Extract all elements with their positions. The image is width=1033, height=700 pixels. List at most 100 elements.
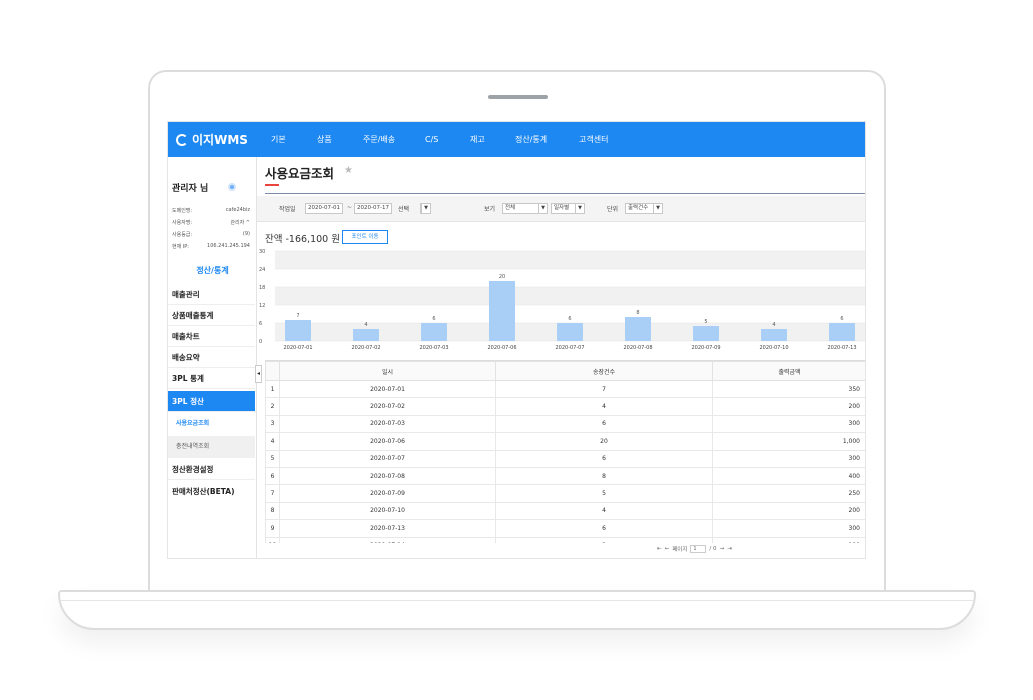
- logo-text: 이지WMS: [192, 133, 248, 147]
- date-preset-select[interactable]: ▼: [420, 203, 431, 214]
- period-select[interactable]: 일자별 ▼: [551, 203, 585, 214]
- info-value[interactable]: 관리자 ^: [230, 219, 250, 226]
- last-page-icon[interactable]: ⇥: [727, 546, 732, 552]
- table-row[interactable]: 4 2020-07-06 20 1,000: [265, 432, 865, 451]
- sidebar-item-product-sales-stats[interactable]: 상품매출통계: [168, 305, 255, 326]
- sidebar: 관리자 님 도메인명: cafe24biz 사용자명: 관리자 ^ 사용등급: …: [168, 157, 257, 558]
- info-ip: 현재 IP: 106.241.245.194: [172, 243, 250, 250]
- title-divider: [265, 193, 865, 194]
- header-print-amount[interactable]: 출력금액: [712, 361, 865, 381]
- row-date: 2020-07-03: [279, 414, 496, 434]
- row-index: 7: [265, 484, 280, 503]
- favorite-star-icon[interactable]: ★: [344, 165, 353, 176]
- x-tick-label: 2020-07-02: [351, 345, 380, 351]
- info-label: 도메인명:: [172, 208, 193, 214]
- table-row[interactable]: 3 2020-07-03 6 300: [265, 414, 865, 434]
- sidebar-section-title: 정산/통계: [196, 266, 229, 275]
- laptop-base: [58, 590, 976, 630]
- info-label: 사용자명:: [172, 220, 193, 226]
- chart-bar: [557, 323, 583, 341]
- table-row[interactable]: 2 2020-07-02 4 200: [265, 397, 865, 416]
- date-label: 작업일: [279, 206, 296, 213]
- row-date: 2020-07-09: [279, 484, 496, 503]
- nav-item-customer-center[interactable]: 고객센터: [579, 122, 639, 157]
- app-logo[interactable]: 이지WMS: [176, 131, 248, 148]
- info-label: 사용등급:: [172, 232, 193, 238]
- table-row[interactable]: 1 2020-07-01 7 350: [265, 379, 865, 399]
- date-from-input[interactable]: 2020-07-01: [305, 203, 343, 214]
- chart-bar: [489, 281, 515, 341]
- y-tick-label: 30: [259, 249, 265, 255]
- next-page-icon[interactable]: →: [720, 546, 725, 552]
- view-label: 보기: [484, 206, 496, 213]
- pagination: ⇤ ← 페이지 1 / 0 → ⇥: [657, 545, 732, 553]
- info-value: cafe24biz: [225, 207, 250, 213]
- table-row[interactable]: 102020-07-142100: [265, 536, 865, 543]
- page-number-input[interactable]: 1: [690, 545, 707, 553]
- row-print-amount: 400: [712, 466, 865, 486]
- nav-item-product[interactable]: 상품: [317, 122, 363, 157]
- chart-bar: [285, 320, 311, 341]
- row-print-amount: 100: [712, 536, 865, 543]
- period-select-value: 일자별: [554, 205, 570, 211]
- header-date[interactable]: 일시: [279, 361, 496, 381]
- nav-item-order-shipping[interactable]: 주문/배송: [363, 122, 425, 157]
- top-navigation-bar: 이지WMS 기본 상품 주문/배송 C/S 재고 정산/통계 고객센터: [168, 122, 865, 157]
- row-invoice-count: 4: [495, 397, 713, 416]
- usage-table-wrapper: 일시 송장건수 출력금액 1 2020-07-01 7 350 2 2020-07-02 4…: [265, 360, 865, 543]
- x-tick-label: 2020-07-09: [691, 345, 720, 351]
- x-tick-label: 2020-07-08: [623, 345, 652, 351]
- row-date: 2020-07-14: [279, 536, 496, 543]
- header-invoice-count[interactable]: 송장건수: [495, 361, 713, 381]
- unit-label: 단위: [607, 206, 619, 213]
- x-tick-label: 2020-07-10: [759, 345, 788, 351]
- sidebar-item-settlement-config[interactable]: 정산환경설정: [168, 459, 255, 480]
- x-tick-label: 2020-07-13: [827, 345, 856, 351]
- sidebar-item-sales-chart[interactable]: 매출차트: [168, 326, 255, 347]
- nav-item-settlement-stats[interactable]: 정산/통계: [515, 122, 579, 157]
- nav-item-basic[interactable]: 기본: [271, 122, 317, 157]
- sidebar-item-3pl-settlement[interactable]: 3PL 정산: [168, 391, 255, 412]
- row-invoice-count: 6: [495, 519, 713, 538]
- nav-item-stock[interactable]: 재고: [470, 122, 515, 157]
- sidebar-item-sales-management[interactable]: 매출관리: [168, 284, 255, 305]
- row-invoice-count: 6: [495, 414, 713, 434]
- chart-bar: [353, 329, 379, 341]
- date-to-input[interactable]: 2020-07-17: [354, 203, 392, 214]
- prev-page-icon[interactable]: ←: [665, 546, 670, 552]
- row-invoice-count: 4: [495, 501, 713, 521]
- row-invoice-count: 5: [495, 484, 713, 503]
- row-print-amount: 300: [712, 414, 865, 434]
- row-date: 2020-07-10: [279, 501, 496, 521]
- table-row[interactable]: 8 2020-07-10 4 200: [265, 501, 865, 521]
- first-page-icon[interactable]: ⇤: [657, 546, 662, 552]
- table-row[interactable]: 9 2020-07-13 6 300: [265, 519, 865, 538]
- sidebar-item-shipping-summary[interactable]: 배송요약: [168, 347, 255, 368]
- usage-bar-chart: 0 6 12 18 24 30 7 2020-07-01 4 2020-07-02 6 2020-07…: [257, 245, 865, 355]
- row-index: 9: [265, 519, 280, 538]
- chevron-down-icon: ▼: [538, 204, 547, 213]
- admin-status-icon[interactable]: [228, 183, 236, 191]
- point-transfer-button[interactable]: 포인트 이동: [342, 230, 388, 244]
- x-tick-label: 2020-07-01: [283, 345, 312, 351]
- nav-item-cs[interactable]: C/S: [425, 122, 470, 157]
- info-grade: 사용등급: (9): [172, 231, 250, 238]
- row-date: 2020-07-07: [279, 449, 496, 468]
- row-index: 3: [265, 414, 280, 434]
- sidebar-subitem-usage-fee[interactable]: 사용요금조회: [168, 413, 255, 435]
- chevron-down-icon: ▼: [653, 204, 662, 213]
- table-row[interactable]: 5 2020-07-07 6 300: [265, 449, 865, 468]
- bar-value-label: 6: [840, 316, 843, 322]
- view-select[interactable]: 전체 ▼: [502, 203, 548, 214]
- info-domain: 도메인명: cafe24biz: [172, 207, 250, 214]
- table-row[interactable]: 6 2020-07-08 8 400: [265, 466, 865, 486]
- sidebar-item-3pl-stats[interactable]: 3PL 통계: [168, 368, 255, 389]
- unit-select[interactable]: 출력건수 ▼: [625, 203, 663, 214]
- chart-bar: [421, 323, 447, 341]
- table-body: 1 2020-07-01 7 350 2 2020-07-02 4 200 3 2020-07-0…: [265, 379, 865, 543]
- sidebar-subitem-charge-history[interactable]: 충전내역조회: [168, 436, 255, 458]
- sidebar-item-vendor-settlement[interactable]: 판매처정산(BETA): [168, 481, 255, 502]
- table-row[interactable]: 7 2020-07-09 5 250: [265, 484, 865, 503]
- row-date: 2020-07-02: [279, 397, 496, 416]
- row-index: 2: [265, 397, 280, 416]
